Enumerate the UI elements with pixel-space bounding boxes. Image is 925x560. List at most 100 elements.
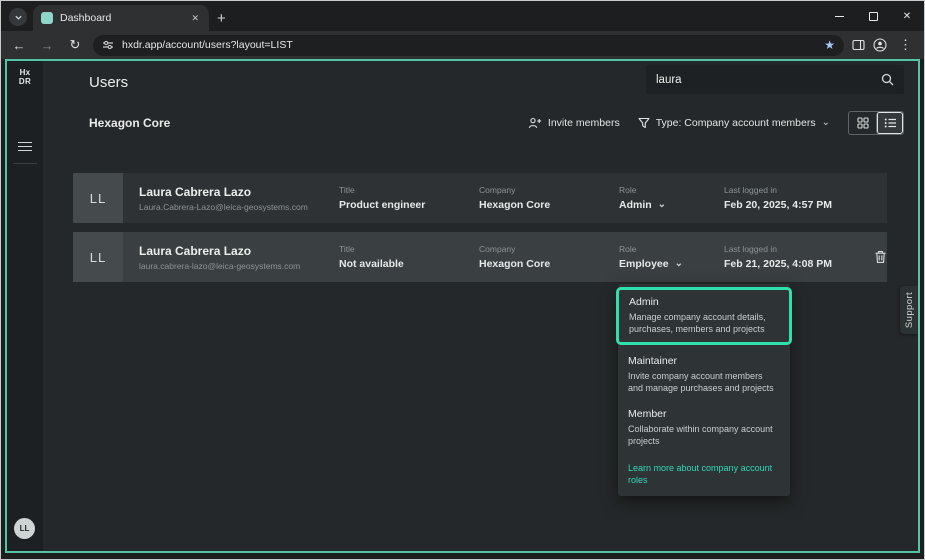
user-email: Laura.Cabrera-Lazo@leica-geosystems.com (139, 202, 339, 212)
company-value: Hexagon Core (479, 199, 619, 211)
row-avatar: LL (73, 173, 123, 223)
title-label: Title (339, 244, 479, 254)
invite-members-label: Invite members (548, 117, 620, 129)
role-value: Admin (619, 199, 652, 211)
profile-avatar-icon[interactable] (873, 38, 887, 52)
chevron-down-icon: ⌄ (822, 118, 830, 128)
user-name: Laura Cabrera Lazo (139, 244, 339, 258)
role-option-description: Manage company account details, purchase… (629, 311, 779, 335)
invite-members-icon (528, 117, 542, 129)
search-input[interactable] (656, 74, 873, 86)
user-row[interactable]: LL Laura Cabrera Lazo laura.cabrera-lazo… (73, 232, 887, 282)
maximize-icon (869, 12, 878, 21)
browser-titlebar: Dashboard ✕ + ✕ (1, 1, 924, 31)
role-option-title: Maintainer (628, 355, 780, 367)
row-avatar: LL (73, 232, 123, 282)
support-tab[interactable]: Support (900, 286, 918, 334)
org-name: Hexagon Core (89, 116, 170, 130)
tab-close-icon[interactable]: ✕ (189, 11, 201, 26)
title-cell: Title Not available (339, 244, 479, 270)
last-login-cell: Last logged in Feb 20, 2025, 4:57 PM (724, 185, 874, 211)
new-tab-button[interactable]: + (209, 10, 236, 31)
browser-window: Dashboard ✕ + ✕ ← → ↻ hxdr.app/account/u… (0, 0, 925, 560)
type-filter-dropdown[interactable]: Type: Company account members ⌄ (638, 117, 830, 129)
hxdr-logo-line2: DR (12, 77, 38, 86)
role-option-description: Invite company account members and manag… (628, 370, 780, 394)
role-dropdown[interactable]: Admin⌄ (619, 199, 724, 211)
menu-hamburger-icon[interactable] (18, 142, 32, 151)
user-email: laura.cabrera-lazo@leica-geosystems.com (139, 261, 339, 271)
invite-members-button[interactable]: Invite members (528, 117, 620, 129)
role-option-member[interactable]: Member Collaborate within company accoun… (618, 402, 790, 454)
last-login-label: Last logged in (724, 244, 874, 254)
role-option-description: Collaborate within company account proje… (628, 423, 780, 447)
app-viewport: Hx DR LL Users Hexagon Core Invite membe… (5, 59, 920, 553)
company-cell: Company Hexagon Core (479, 244, 619, 270)
minimize-icon (835, 16, 844, 17)
support-tab-label: Support (904, 292, 915, 328)
side-panel-icon[interactable] (852, 39, 865, 51)
window-controls: ✕ (822, 1, 924, 31)
url-text: hxdr.app/account/users?layout=LIST (122, 39, 816, 51)
role-option-maintainer[interactable]: Maintainer Invite company account member… (618, 349, 790, 401)
roles-learn-more-link[interactable]: Learn more about company account roles (618, 454, 790, 488)
window-close-button[interactable]: ✕ (890, 1, 924, 31)
active-tab[interactable]: Dashboard ✕ (33, 5, 209, 31)
trash-icon (874, 250, 887, 264)
role-cell: Role Admin⌄ (619, 185, 724, 211)
user-row[interactable]: LL Laura Cabrera Lazo Laura.Cabrera-Lazo… (73, 173, 887, 223)
user-name: Laura Cabrera Lazo (139, 185, 339, 199)
role-label: Role (619, 244, 724, 254)
site-info-icon[interactable] (102, 39, 114, 51)
title-label: Title (339, 185, 479, 195)
hxdr-logo[interactable]: Hx DR (12, 68, 38, 86)
rail-divider (13, 163, 37, 164)
forward-button[interactable]: → (37, 38, 57, 53)
tab-favicon (41, 12, 53, 24)
role-value: Employee (619, 258, 669, 270)
list-view-button[interactable] (876, 112, 903, 134)
role-option-title: Member (628, 408, 780, 420)
search-icon[interactable] (881, 73, 894, 86)
view-toggle-group (848, 111, 904, 135)
delete-user-button[interactable] (874, 250, 887, 264)
browser-menu-icon[interactable]: ⋮ (895, 37, 916, 53)
window-maximize-button[interactable] (856, 1, 890, 31)
company-value: Hexagon Core (479, 258, 619, 270)
grid-view-icon (857, 117, 869, 129)
chevron-down-icon (14, 13, 23, 22)
name-cell: Laura Cabrera Lazo laura.cabrera-lazo@le… (139, 244, 339, 271)
last-login-value: Feb 20, 2025, 4:57 PM (724, 199, 874, 211)
reload-button[interactable]: ↻ (65, 37, 85, 53)
bookmark-star-icon[interactable]: ★ (824, 38, 835, 52)
title-cell: Title Product engineer (339, 185, 479, 211)
last-login-value: Feb 21, 2025, 4:08 PM (724, 258, 874, 270)
company-cell: Company Hexagon Core (479, 185, 619, 211)
chevron-down-icon: ⌄ (675, 259, 683, 269)
back-button[interactable]: ← (9, 38, 29, 53)
role-dropdown[interactable]: Employee ⌄ (619, 258, 724, 270)
title-value: Not available (339, 258, 479, 270)
app-sidebar-rail: Hx DR LL (7, 61, 43, 551)
window-minimize-button[interactable] (822, 1, 856, 31)
last-login-cell: Last logged in Feb 21, 2025, 4:08 PM (724, 244, 874, 270)
company-label: Company (479, 185, 619, 195)
search-box[interactable] (646, 65, 904, 94)
hxdr-logo-line1: Hx (12, 68, 38, 77)
grid-view-button[interactable] (849, 112, 876, 134)
role-option-admin[interactable]: Admin Manage company account details, pu… (619, 290, 789, 342)
role-label: Role (619, 185, 724, 195)
name-cell: Laura Cabrera Lazo Laura.Cabrera-Lazo@le… (139, 185, 339, 212)
users-list: LL Laura Cabrera Lazo Laura.Cabrera-Lazo… (73, 173, 887, 291)
sub-header: Hexagon Core Invite members Type: Compan… (89, 111, 904, 135)
role-option-title: Admin (629, 296, 779, 308)
url-bar[interactable]: hxdr.app/account/users?layout=LIST ★ (93, 35, 844, 56)
browser-toolbar: ← → ↻ hxdr.app/account/users?layout=LIST… (1, 31, 924, 59)
tab-search-button[interactable] (9, 8, 27, 26)
tab-title: Dashboard (60, 12, 182, 24)
user-avatar[interactable]: LL (14, 518, 35, 539)
role-cell: Role Employee ⌄ (619, 244, 724, 270)
page-title: Users (89, 74, 128, 91)
role-menu: Admin Manage company account details, pu… (618, 284, 790, 496)
list-view-icon (884, 117, 897, 129)
